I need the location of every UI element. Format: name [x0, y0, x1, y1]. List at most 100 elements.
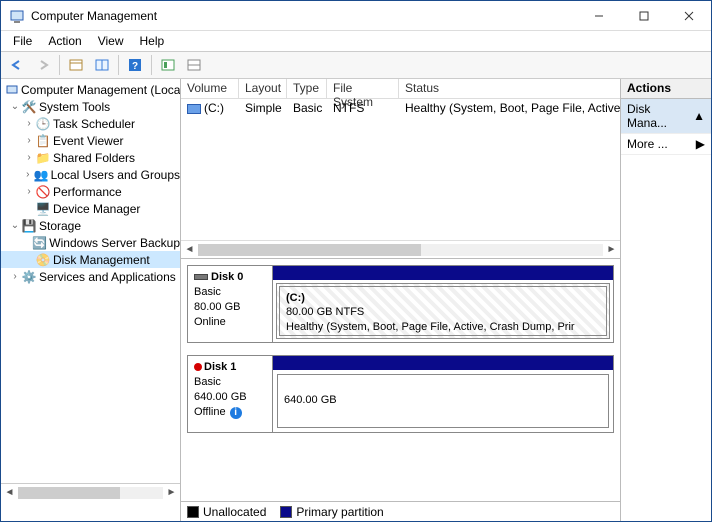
volume-cell: (C:): [181, 101, 239, 115]
navigation-tree: Computer Management (Local ⌄ 🛠️ System T…: [1, 79, 181, 521]
tree-label: Task Scheduler: [53, 117, 135, 131]
tools-icon: 🛠️: [21, 99, 37, 115]
scroll-thumb[interactable]: [198, 244, 421, 256]
scroll-left-icon[interactable]: ◄: [181, 241, 198, 258]
tree-local-users[interactable]: ›👥Local Users and Groups: [1, 166, 180, 183]
action-disk-management[interactable]: Disk Mana...▲: [621, 99, 711, 134]
scroll-track[interactable]: [198, 244, 603, 256]
menu-help[interactable]: Help: [134, 32, 171, 50]
tree-label: Windows Server Backup: [49, 236, 180, 250]
tree-scrollbar[interactable]: ◄ ►: [1, 483, 180, 501]
close-button[interactable]: [666, 1, 711, 30]
toolbar-extra1-button[interactable]: [156, 53, 180, 77]
legend-label: Unallocated: [203, 505, 266, 519]
toolbar-view1-button[interactable]: [64, 53, 88, 77]
disk-kind: Basic: [194, 375, 266, 390]
expand-arrow-icon: ▶: [696, 137, 705, 151]
tree-device-manager[interactable]: 🖥️Device Manager: [1, 200, 180, 217]
legend-label: Primary partition: [296, 505, 383, 519]
col-volume[interactable]: Volume: [181, 79, 239, 98]
volume-row[interactable]: (C:) Simple Basic NTFS Healthy (System, …: [181, 99, 620, 117]
scroll-right-icon[interactable]: ►: [163, 484, 180, 501]
disk-name: Disk 1: [204, 361, 236, 373]
tree-event-viewer[interactable]: ›📋Event Viewer: [1, 132, 180, 149]
users-icon: 👥: [33, 167, 48, 183]
volume-list-body: (C:) Simple Basic NTFS Healthy (System, …: [181, 99, 620, 240]
disk-icon: [194, 274, 208, 280]
help-button[interactable]: ?: [123, 53, 147, 77]
toolbar-separator: [151, 55, 152, 75]
app-icon: [9, 8, 25, 24]
scroll-thumb[interactable]: [18, 487, 120, 499]
main-body: Computer Management (Local ⌄ 🛠️ System T…: [1, 79, 711, 521]
swatch-black-icon: [187, 506, 199, 518]
volume-icon: [187, 104, 201, 114]
tree-task-scheduler[interactable]: ›🕒Task Scheduler: [1, 115, 180, 132]
col-type[interactable]: Type: [287, 79, 327, 98]
expand-icon[interactable]: ›: [22, 169, 33, 180]
tree-windows-backup[interactable]: 🔄Windows Server Backup: [1, 234, 180, 251]
services-icon: ⚙️: [21, 269, 37, 285]
partition-stripe: [273, 356, 613, 370]
swatch-blue-icon: [280, 506, 292, 518]
partition-label: (C:): [286, 291, 600, 305]
tree-label: Storage: [39, 219, 81, 233]
col-filesystem[interactable]: File System: [327, 79, 399, 98]
menu-action[interactable]: Action: [42, 32, 87, 50]
tree-disk-management[interactable]: 📀Disk Management: [1, 251, 180, 268]
tree-root[interactable]: Computer Management (Local: [1, 81, 180, 98]
toolbar-extra2-button[interactable]: [182, 53, 206, 77]
app-window: Computer Management File Action View Hel…: [0, 0, 712, 522]
expand-icon[interactable]: ›: [23, 135, 35, 146]
menu-file[interactable]: File: [7, 32, 38, 50]
offline-indicator-icon: [194, 363, 202, 371]
volume-list-header: Volume Layout Type File System Status: [181, 79, 620, 99]
volume-name: (C:): [204, 101, 224, 115]
volume-scrollbar[interactable]: ◄ ►: [181, 240, 620, 258]
device-icon: 🖥️: [35, 201, 51, 217]
scroll-right-icon[interactable]: ►: [603, 241, 620, 258]
legend-unallocated: Unallocated: [187, 505, 266, 519]
disk-state: Online: [194, 315, 266, 330]
nav-forward-button[interactable]: [31, 53, 55, 77]
expand-icon[interactable]: ›: [23, 118, 35, 129]
col-status[interactable]: Status: [399, 79, 620, 98]
tree-storage[interactable]: ⌄💾Storage: [1, 217, 180, 234]
storage-icon: 💾: [21, 218, 37, 234]
disk1-partition[interactable]: 640.00 GB: [277, 374, 609, 428]
toolbar-view2-button[interactable]: [90, 53, 114, 77]
menu-view[interactable]: View: [92, 32, 130, 50]
scroll-track[interactable]: [18, 487, 163, 499]
tree-label: Local Users and Groups: [51, 168, 180, 182]
col-layout[interactable]: Layout: [239, 79, 287, 98]
disk-state: Offline: [194, 406, 226, 418]
tree-performance[interactable]: ›🚫Performance: [1, 183, 180, 200]
tree-system-tools[interactable]: ⌄ 🛠️ System Tools: [1, 98, 180, 115]
collapse-icon[interactable]: ⌄: [9, 220, 21, 231]
expand-icon[interactable]: ›: [23, 152, 35, 163]
tree-label: Disk Management: [53, 253, 150, 267]
layout-cell: Simple: [239, 101, 287, 115]
collapse-icon[interactable]: ⌄: [9, 101, 21, 112]
maximize-button[interactable]: [621, 1, 666, 30]
disk0-partition-c[interactable]: (C:) 80.00 GB NTFS Healthy (System, Boot…: [276, 283, 610, 339]
action-more[interactable]: More ...▶: [621, 134, 711, 155]
toolbar: ?: [1, 51, 711, 79]
clock-icon: 🕒: [35, 116, 51, 132]
nav-back-button[interactable]: [5, 53, 29, 77]
window-controls: [576, 1, 711, 30]
disk-name: Disk 0: [211, 271, 243, 283]
scroll-left-icon[interactable]: ◄: [1, 484, 18, 501]
tree-label: System Tools: [39, 100, 110, 114]
expand-icon[interactable]: ›: [23, 186, 35, 197]
legend: Unallocated Primary partition: [181, 501, 620, 521]
disk0-info: Disk 0 Basic 80.00 GB Online: [188, 266, 272, 342]
disk0-block[interactable]: Disk 0 Basic 80.00 GB Online (C:) 80.00 …: [187, 265, 614, 343]
disk1-block[interactable]: Disk 1 Basic 640.00 GB Offlinei 640.00 G…: [187, 355, 614, 433]
partition-size: 80.00 GB NTFS: [286, 305, 600, 319]
info-icon[interactable]: i: [230, 407, 242, 419]
expand-icon[interactable]: ›: [9, 271, 21, 282]
tree-shared-folders[interactable]: ›📁Shared Folders: [1, 149, 180, 166]
tree-services[interactable]: ›⚙️Services and Applications: [1, 268, 180, 285]
minimize-button[interactable]: [576, 1, 621, 30]
